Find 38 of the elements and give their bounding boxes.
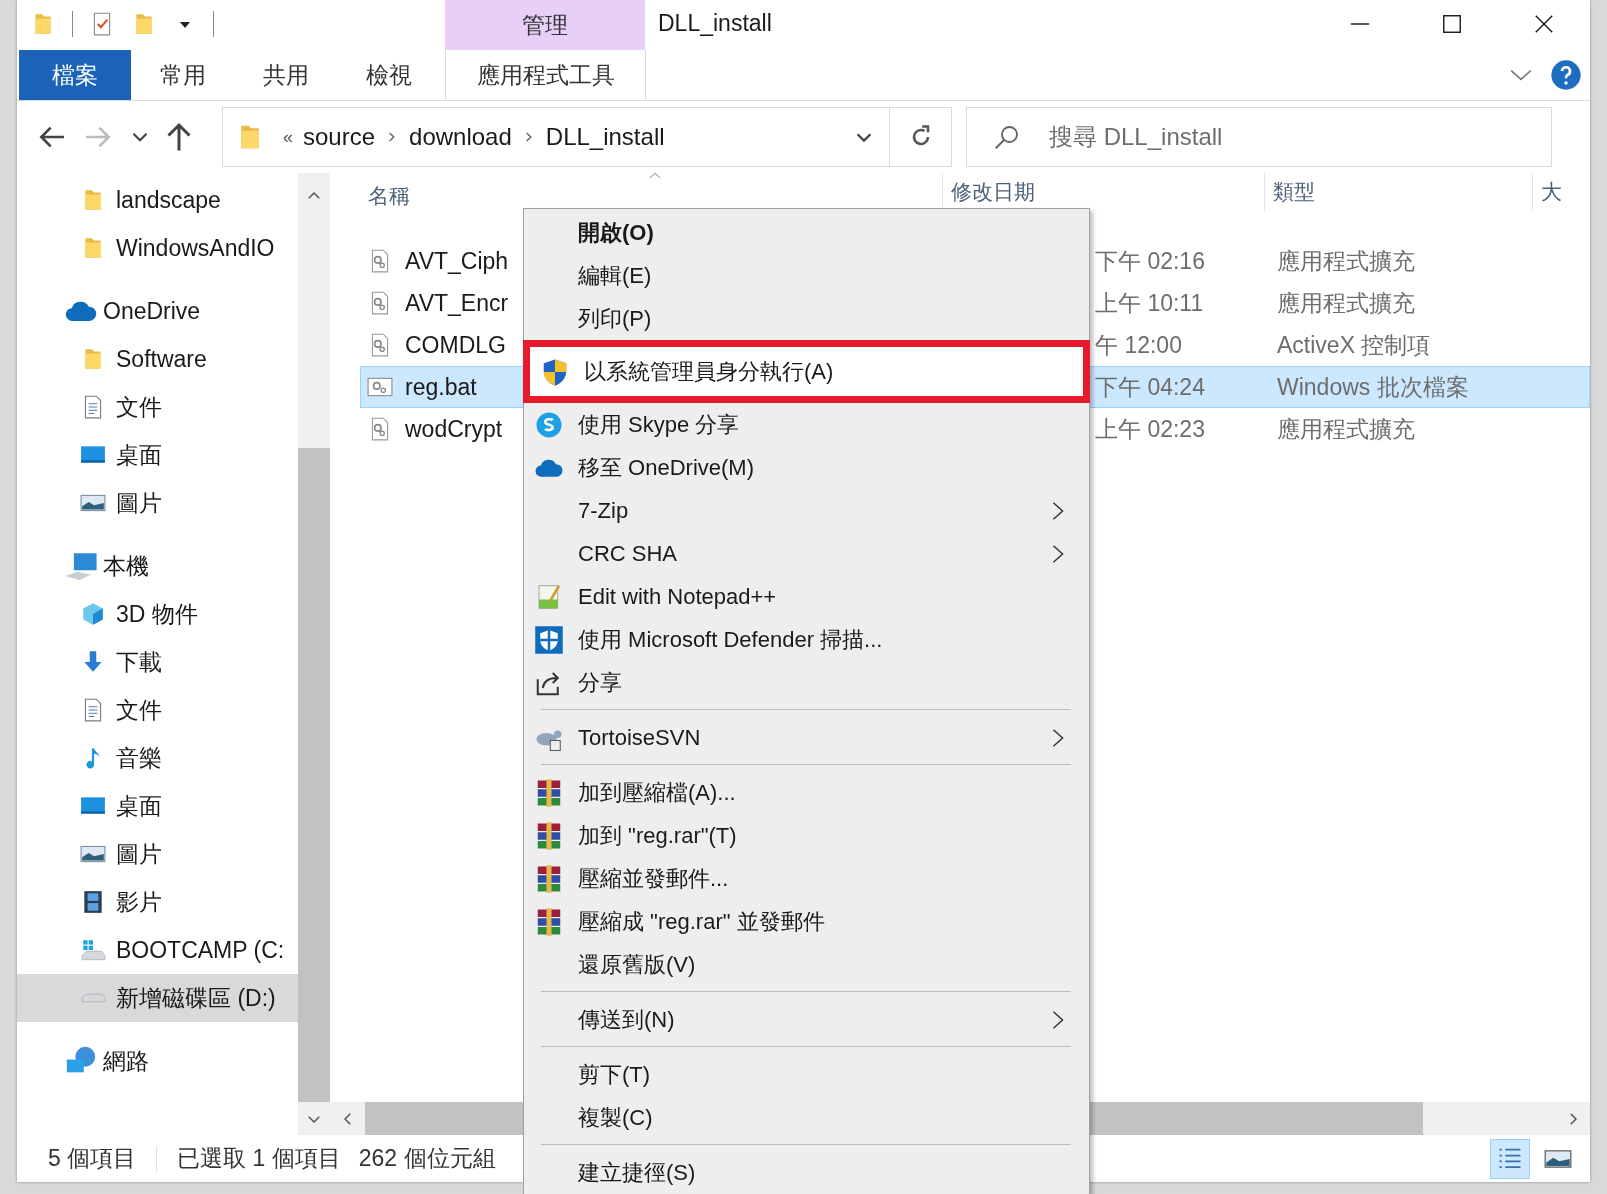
nav-item-label: WindowsAndIO xyxy=(116,234,275,262)
nav-item-label: 本機 xyxy=(103,551,149,581)
file-date: 上午 10:11 xyxy=(1095,288,1205,318)
file-name: wodCrypt xyxy=(405,415,503,443)
nav-item-label: 新增磁碟區 (D:) xyxy=(116,983,276,1013)
tab-group-label: 管理 xyxy=(445,0,645,50)
nav-item-label: OneDrive xyxy=(103,297,201,325)
nav-item-label: 下載 xyxy=(116,647,162,677)
file-type: 應用程式擴充 xyxy=(1277,288,1416,318)
file-name: AVT_Ciph xyxy=(405,247,509,275)
nav-item-label: 圖片 xyxy=(116,488,162,518)
file-date: 午 12:00 xyxy=(1095,330,1183,360)
nav-item-label: landscape xyxy=(116,186,221,214)
selection-count: 已選取 1 個項目 xyxy=(177,1144,341,1173)
nav-item-label: 文件 xyxy=(116,695,162,725)
nav-item-label: 文件 xyxy=(116,392,162,422)
file-name: COMDLG xyxy=(405,331,506,359)
file-type: 應用程式擴充 xyxy=(1277,246,1416,276)
file-type: ActiveX 控制項 xyxy=(1277,330,1432,360)
nav-item-label: 圖片 xyxy=(116,839,162,869)
nav-item-label: 桌面 xyxy=(116,791,162,821)
file-name: reg.bat xyxy=(405,373,477,401)
nav-item-label: 音樂 xyxy=(116,743,162,773)
window-title: DLL_install xyxy=(658,9,772,38)
file-name: AVT_Encr xyxy=(405,289,509,317)
file-type: Windows 批次檔案 xyxy=(1277,372,1470,402)
nav-item-label: 影片 xyxy=(116,887,162,917)
file-date: 下午 02:16 xyxy=(1095,246,1206,276)
nav-item-label: Software xyxy=(116,345,207,373)
nav-item-label: 桌面 xyxy=(116,440,162,470)
nav-item-label: BOOTCAMP (C: xyxy=(116,936,285,964)
item-count: 5 個項目 xyxy=(48,1144,137,1173)
selection-size: 262 個位元組 xyxy=(358,1144,496,1173)
file-date: 下午 04:24 xyxy=(1095,372,1206,402)
nav-item-label: 3D 物件 xyxy=(116,599,198,629)
file-type: 應用程式擴充 xyxy=(1277,414,1416,444)
file-date: 上午 02:23 xyxy=(1095,414,1206,444)
nav-item-label: 網路 xyxy=(103,1046,149,1076)
